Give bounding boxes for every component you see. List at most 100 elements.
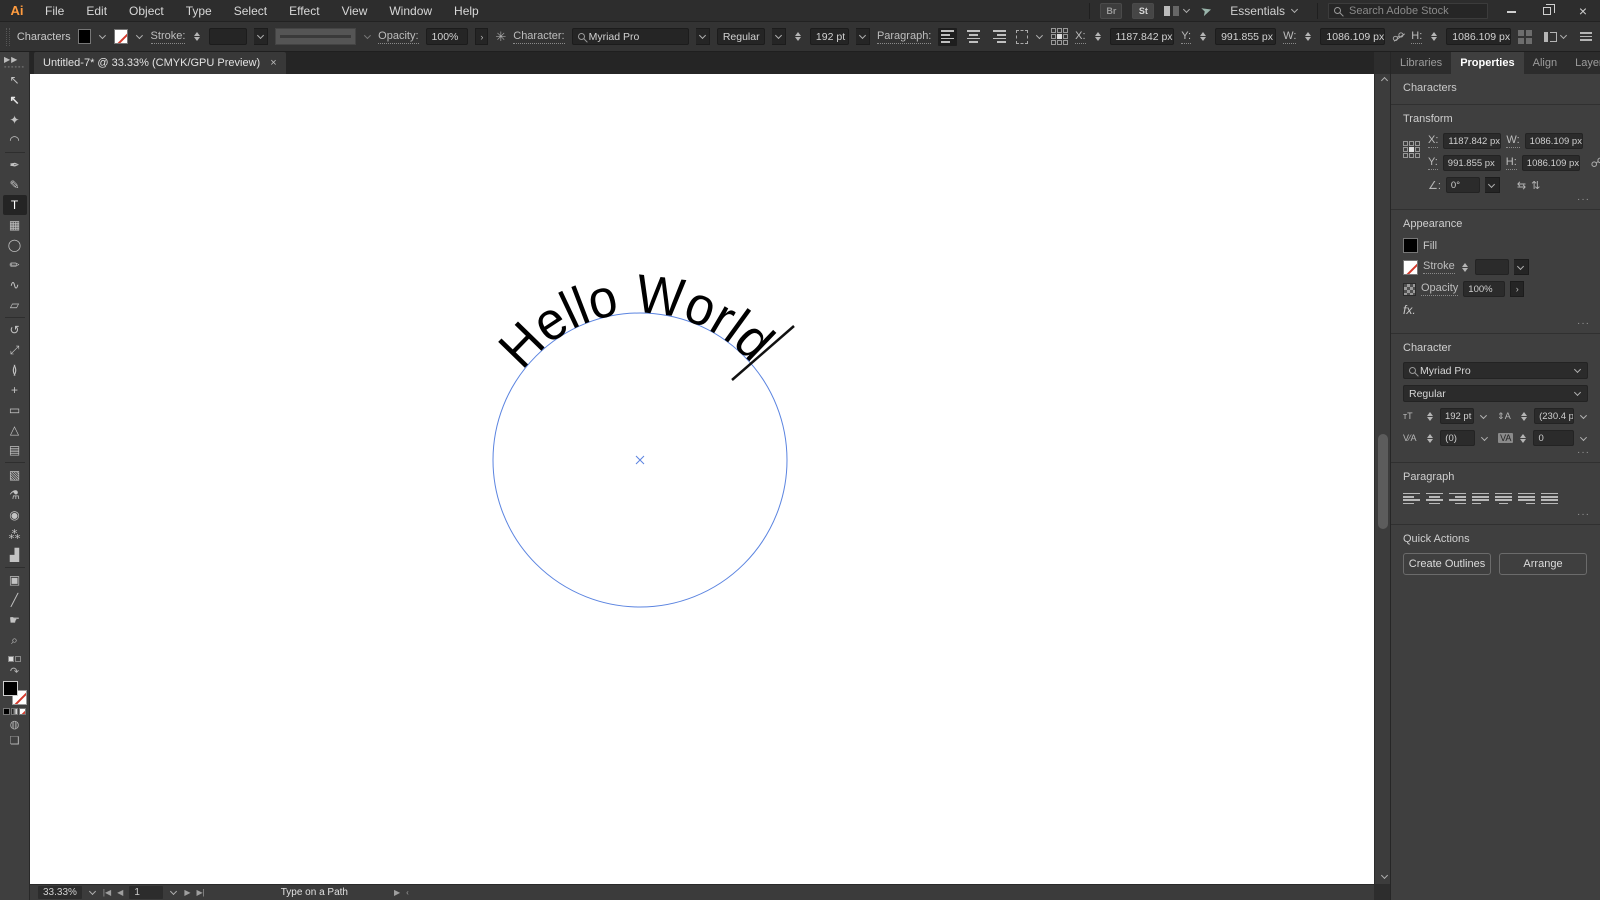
graphic-style-icon[interactable]: ✳ [495,29,506,45]
tracking-stepper[interactable] [1520,433,1527,443]
menu-select[interactable]: Select [223,0,278,22]
paragraph-label[interactable]: Paragraph: [876,30,932,44]
fill-proxy-swatch[interactable] [2,681,18,696]
justify-right-button[interactable] [1518,491,1535,506]
opacity-more-button[interactable]: › [1510,281,1525,297]
close-button[interactable]: × [1570,1,1596,21]
menu-effect[interactable]: Effect [278,0,330,22]
x-field[interactable]: 1187.842 px [1109,28,1175,45]
column-graph-tool[interactable]: ▟ [3,545,27,565]
h-field[interactable]: 1086.109 px [1446,28,1512,45]
menu-help[interactable]: Help [443,0,490,22]
font-style-select[interactable]: Regular [1403,385,1588,402]
font-size-stepper[interactable] [794,32,801,41]
share-icon[interactable]: ➤ [1199,1,1214,20]
workspace-switcher[interactable]: Essentials [1222,4,1307,18]
chevron-down-icon[interactable] [135,32,143,39]
pen-tool[interactable]: ✒ [3,155,27,175]
font-style-dropdown[interactable] [772,28,786,45]
arrange-documents-icon[interactable] [1164,5,1191,16]
justify-center-button[interactable] [1495,491,1512,506]
magic-wand-tool[interactable]: ✦ [3,110,27,130]
w-label[interactable]: W: [1506,134,1520,148]
h-stepper[interactable] [1431,32,1438,41]
font-size-stepper[interactable] [1426,411,1433,421]
hand-tool[interactable]: ☛ [3,610,27,630]
perspective-grid-tool[interactable]: △ [3,420,27,440]
minimize-button[interactable] [1498,1,1524,21]
w-stepper[interactable] [1305,32,1312,41]
y-field[interactable]: 991.855 px [1442,155,1501,171]
character-label[interactable]: Character: [513,30,565,44]
zoom-tool[interactable]: ⌕ [3,630,27,650]
pencil-tool[interactable]: ∿ [3,275,27,295]
ellipse-tool[interactable]: ◯ [3,235,27,255]
width-profile-dropdown[interactable] [274,28,356,45]
x-stepper[interactable] [1094,32,1101,41]
fill-color-swatch[interactable] [77,29,92,44]
align-right-button[interactable] [1449,491,1466,506]
stroke-weight-stepper[interactable] [194,32,201,41]
direct-selection-tool[interactable]: ↖ [3,90,27,110]
selection-tool[interactable]: ↖ [3,70,27,90]
lasso-tool[interactable]: ◠ [3,130,27,150]
chevron-down-icon[interactable] [1481,433,1489,441]
h-label[interactable]: H: [1411,30,1423,44]
stroke-weight-stepper[interactable] [1461,262,1468,272]
panel-grip[interactable] [6,27,10,46]
close-icon[interactable]: × [270,57,276,69]
eraser-tool[interactable]: ▱ [3,295,27,315]
stroke-color-swatch[interactable] [114,29,128,44]
fill-label[interactable]: Fill [1423,240,1437,252]
symbol-sprayer-tool[interactable]: ⁂ [3,525,27,545]
stock-button[interactable]: St [1132,2,1155,19]
angle-dropdown[interactable] [1484,177,1500,193]
stroke-weight-field[interactable] [209,28,247,45]
justify-all-button[interactable] [1541,491,1558,506]
menu-file[interactable]: File [34,0,75,22]
scrollbar-thumb[interactable] [1378,434,1388,529]
font-size-dropdown[interactable] [856,28,870,45]
dock-panels-icon[interactable] [1544,31,1568,42]
font-size-field[interactable]: 192 pt [809,28,850,45]
more-options-button[interactable]: ··· [1577,447,1590,458]
chevron-down-icon[interactable] [99,32,107,39]
stroke-swatch[interactable] [1403,259,1418,275]
color-chip[interactable] [3,708,10,715]
stroke-weight-dropdown[interactable] [253,28,268,45]
kerning-field[interactable]: (0) [1440,430,1476,446]
align-left-button[interactable] [1403,491,1420,506]
align-center-button[interactable] [964,28,983,46]
prev-artboard-button[interactable]: ◀ [117,888,123,897]
stroke-weight-label[interactable]: Stroke: [150,30,186,44]
swap-fill-stroke-icon[interactable]: ↷ [10,665,19,678]
more-options-button[interactable]: ··· [1577,318,1590,329]
stroke-weight-field[interactable] [1474,259,1509,275]
path-text[interactable]: Hello World [487,264,785,379]
arrange-button[interactable]: Arrange [1499,553,1587,575]
tab-libraries[interactable]: Libraries [1391,52,1451,74]
constrain-proportions-icon[interactable]: ☍ [1591,155,1600,171]
first-artboard-button[interactable]: |◀ [103,888,111,897]
font-family-select[interactable]: Myriad Pro [1403,362,1588,379]
scroll-up-icon[interactable] [1380,76,1389,85]
justify-left-button[interactable] [1472,491,1489,506]
fill-swatch[interactable] [1403,238,1418,253]
constrain-proportions-icon[interactable]: ☍ [1392,30,1404,44]
status-expand-icon[interactable]: ‹ [406,888,409,897]
puppet-warp-tool[interactable]: + [3,380,27,400]
free-transform-tool[interactable]: ▭ [3,400,27,420]
opacity-label[interactable]: Opacity [1421,282,1459,296]
color-mode-chips[interactable] [3,708,26,715]
curvature-tool[interactable]: ✎ [3,175,27,195]
eyedropper-tool[interactable]: ⚗ [3,485,27,505]
w-field[interactable]: 1086.109 px [1320,28,1386,45]
chevron-down-icon[interactable] [1580,411,1588,419]
tracking-field[interactable]: 0 [1533,430,1575,446]
font-size-field[interactable]: 192 pt [1439,408,1475,424]
menu-type[interactable]: Type [175,0,223,22]
scale-tool[interactable]: ⤢ [3,340,27,360]
panel-menu-icon[interactable] [1580,30,1593,43]
opacity-more-button[interactable]: › [475,28,489,45]
w-label[interactable]: W: [1283,30,1297,44]
